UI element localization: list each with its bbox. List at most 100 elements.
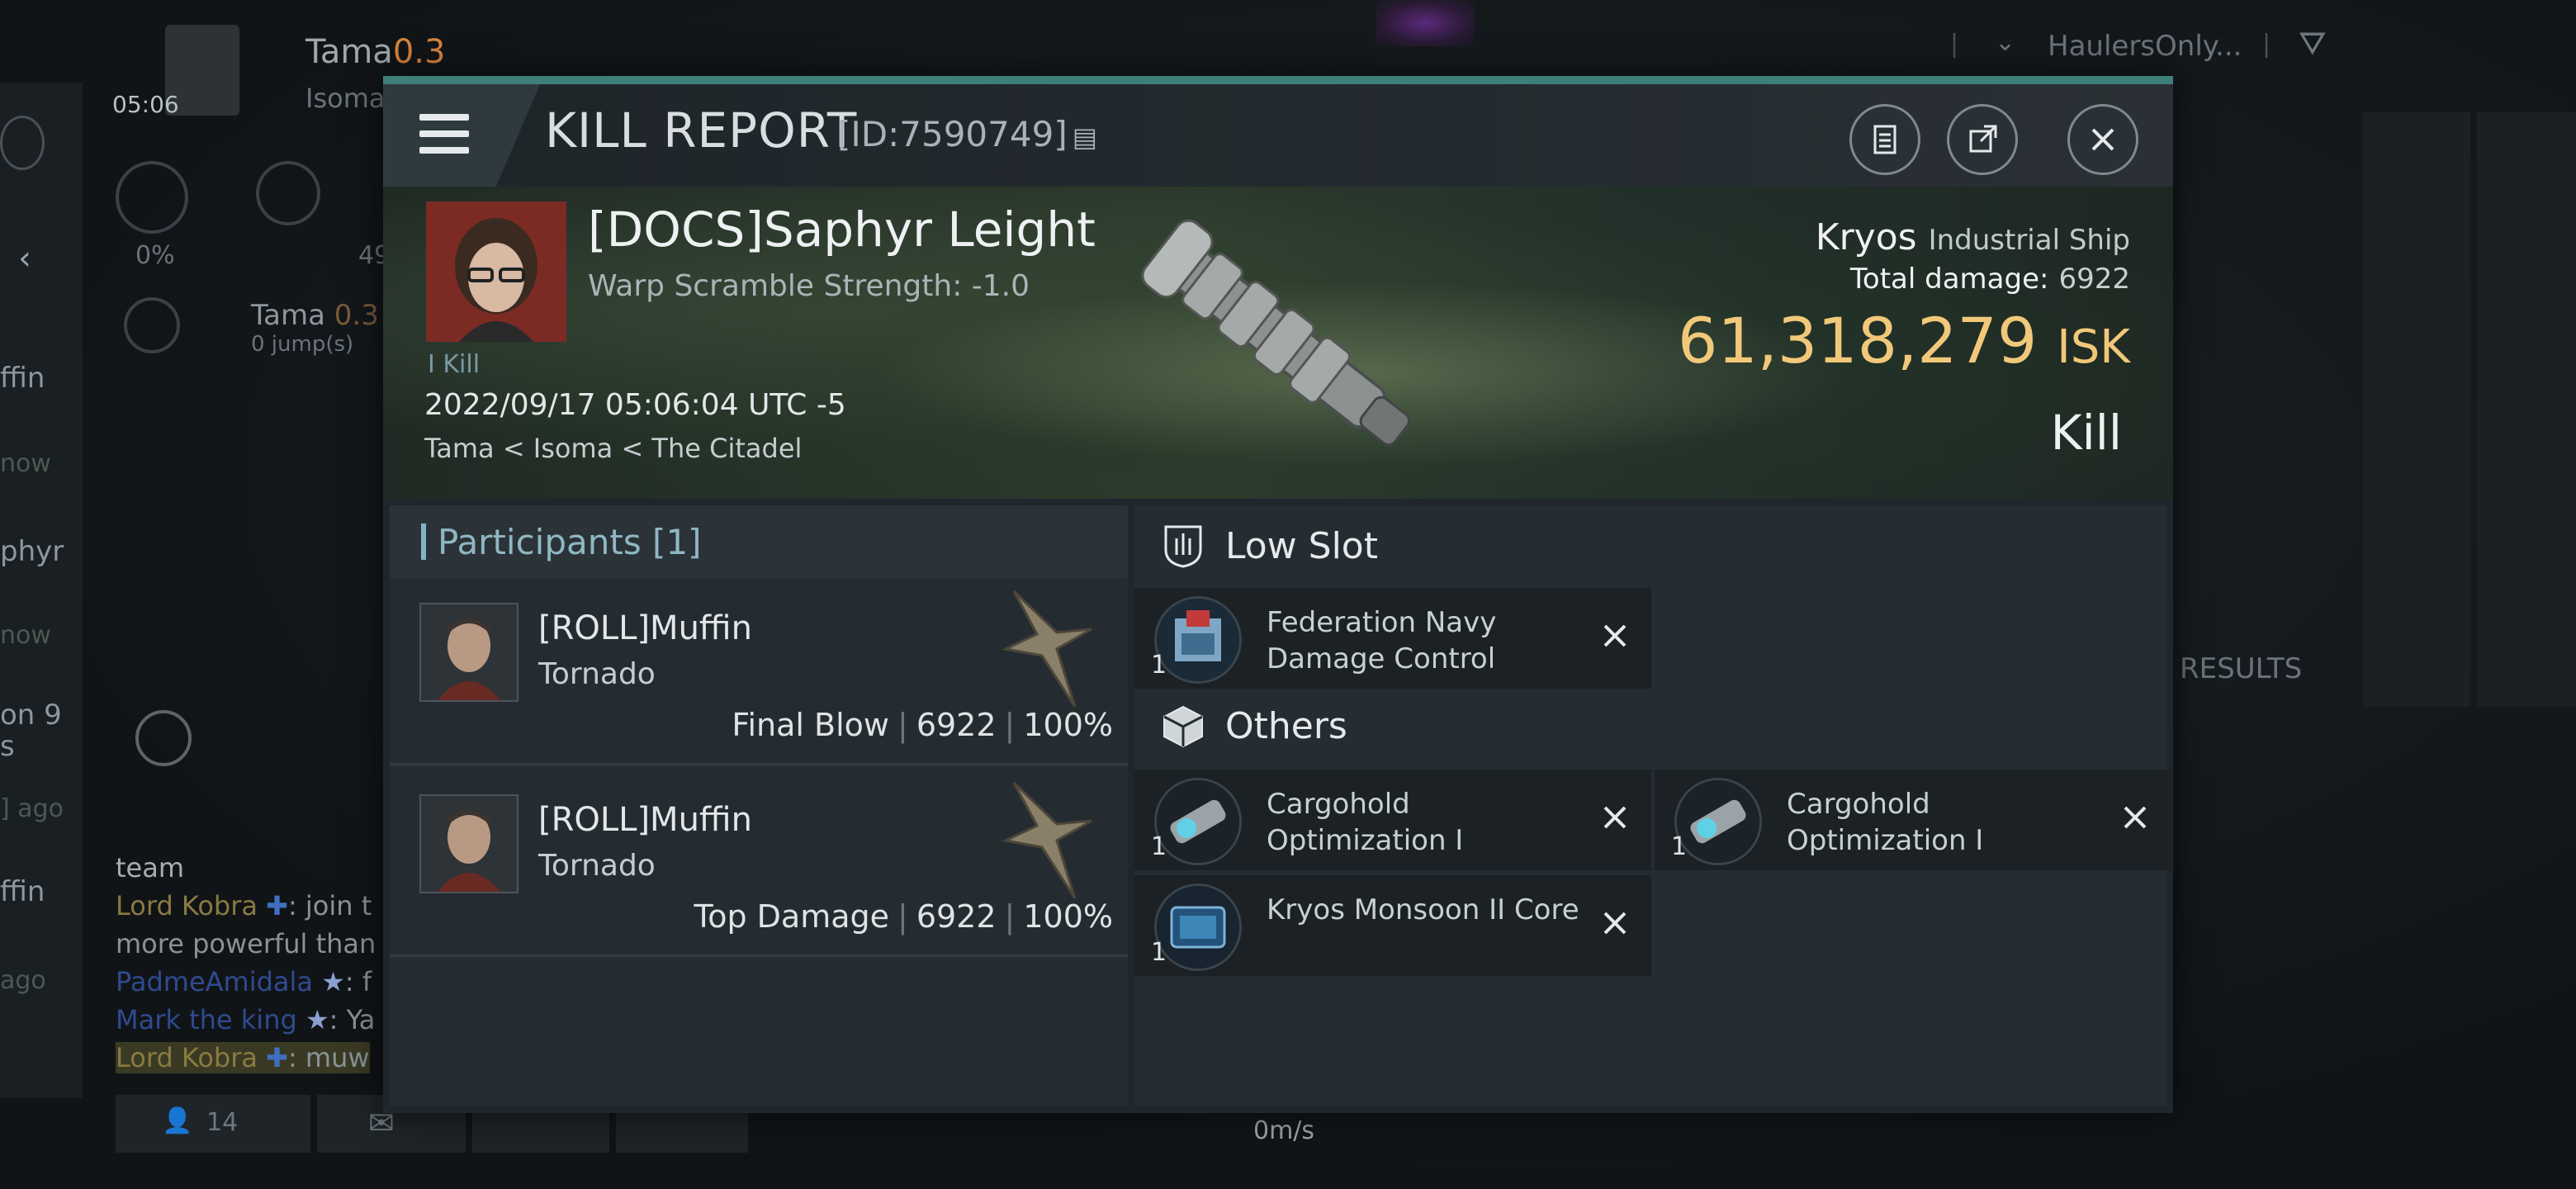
separator: |	[897, 898, 908, 935]
navigate-icon[interactable]	[124, 297, 180, 353]
warp-scramble: Warp Scramble Strength: -1.0	[588, 269, 1030, 303]
chat-line-1[interactable]: Lord Kobra ✚: join t	[116, 890, 372, 921]
participant-role: Final Blow	[732, 707, 890, 743]
low-slot-header: Low Slot	[1134, 505, 2166, 588]
player-name: Tama0.3	[305, 33, 445, 71]
chat-channel: team	[116, 852, 185, 883]
list-fragment-8: ffin	[0, 875, 45, 908]
separator: |	[1004, 707, 1016, 743]
victim-portrait[interactable]	[426, 201, 566, 342]
chat-speaker[interactable]: Mark the king	[116, 1004, 297, 1035]
chat-speaker[interactable]: PadmeAmidala	[116, 966, 313, 997]
header-marker	[421, 523, 426, 560]
isk-amount: 61,318,279	[1678, 304, 2038, 377]
low-slot-icon	[1164, 525, 1202, 568]
participant-avatar-icon	[421, 604, 517, 700]
cargohold-optimization-icon	[1154, 778, 1242, 865]
members-count: 14	[206, 1108, 239, 1137]
module-qty: 1	[1671, 832, 1688, 861]
participant-name[interactable]: [ROLL]Muffin	[538, 801, 752, 839]
destroyed-icon	[1603, 624, 1627, 647]
participant-stats: Top Damage | 6922 | 100%	[694, 898, 1113, 935]
list-fragment-2: now	[0, 449, 51, 478]
participant-name[interactable]: [ROLL]Muffin	[538, 609, 752, 647]
side-close-icon[interactable]	[0, 116, 45, 170]
victim-name[interactable]: [DOCS]Saphyr Leight	[588, 201, 1096, 258]
right-side-panel	[2363, 112, 2470, 707]
route-jumps: 0 jump(s)	[251, 332, 354, 357]
menu-icon	[419, 114, 469, 121]
kill-location[interactable]: Tama < Isoma < The Citadel	[424, 433, 802, 464]
close-button[interactable]	[2067, 104, 2138, 175]
kill-id[interactable]: [ID:7590749] ▤	[837, 114, 1097, 154]
chevron-down-icon[interactable]: ⌄	[1995, 28, 2015, 57]
space-object	[1376, 0, 1475, 46]
tornado-ship-icon	[1002, 590, 1092, 708]
chat-line-2: more powerful than	[116, 928, 376, 959]
cargohold-optimization-icon	[1674, 778, 1762, 865]
module-item[interactable]: 1 Cargohold Optimization I	[1655, 770, 2171, 870]
results-label: RESULTS	[2180, 652, 2303, 685]
player-sec: 0.3	[392, 33, 446, 71]
ship-class: Industrial Ship	[1928, 224, 2130, 257]
route-sec: 0.3	[334, 299, 379, 332]
participant-row[interactable]: [ROLL]Muffin Tornado Final Blow | 6922 | 100…	[390, 578, 1128, 765]
list-fragment-5: on 9	[0, 699, 62, 732]
share-button[interactable]	[1947, 104, 2018, 175]
copy-id-icon[interactable]: ▤	[1073, 121, 1097, 153]
chat-speaker[interactable]: Lord Kobra	[116, 1042, 258, 1073]
clipboard-button[interactable]	[1849, 104, 1920, 175]
module-art	[1157, 780, 1239, 863]
drone-icon[interactable]	[256, 161, 320, 225]
ship-name[interactable]: Kryos Industrial Ship	[1816, 216, 2130, 258]
clipboard-icon	[1873, 125, 1896, 154]
filter-icon[interactable]: ⛛	[2299, 25, 2327, 63]
isk-unit: ISK	[2057, 320, 2130, 374]
menu-icon	[419, 147, 469, 154]
speed-readout: 0m/s	[1253, 1116, 1315, 1145]
chat-line-5[interactable]: Lord Kobra ✚: muw	[116, 1042, 370, 1073]
module-art	[1677, 780, 1759, 863]
chat-line-4[interactable]: Mark the king ★: Ya	[116, 1004, 375, 1035]
participant-row[interactable]: [ROLL]Muffin Tornado Top Damage | 6922 | 100…	[390, 770, 1128, 957]
tornado-ship-icon	[1002, 781, 1092, 899]
participant-portrait[interactable]	[419, 603, 519, 702]
members-button[interactable]: 👤 14	[116, 1095, 310, 1153]
total-damage: Total damage: 6922	[1850, 263, 2130, 296]
chat-text: : muw	[287, 1042, 370, 1073]
menu-button[interactable]	[383, 84, 540, 187]
participant-damage: 6922	[916, 707, 997, 743]
chevron-left-icon[interactable]: ‹	[18, 239, 43, 277]
monsoon-core-icon	[1154, 883, 1242, 971]
module-name: Kryos Monsoon II Core	[1267, 893, 1579, 926]
participant-ship: Tornado	[538, 849, 656, 883]
filter-label[interactable]: HaulersOnly...	[2048, 30, 2242, 63]
module-art	[1157, 886, 1239, 969]
divider: |	[2262, 30, 2271, 59]
module-name: Federation Navy Damage Control	[1267, 606, 1497, 675]
module-item[interactable]: 1 Cargohold Optimization I	[1134, 770, 1651, 870]
ship-image[interactable]	[1118, 195, 1448, 492]
participants-title: Participants [1]	[438, 522, 702, 562]
low-slot-title: Low Slot	[1225, 525, 1378, 567]
chat-line-3[interactable]: PadmeAmidala ★: f	[116, 966, 372, 997]
module-item[interactable]: 1 Federation Navy Damage Control	[1134, 588, 1651, 689]
kill-banner: [DOCS]Saphyr Leight Warp Scramble Streng…	[383, 187, 2173, 499]
menu-icon	[419, 130, 469, 137]
victim-avatar-icon	[426, 201, 566, 342]
window-title: KILL REPORT	[545, 102, 858, 159]
cargo-icon[interactable]	[116, 161, 188, 234]
target-icon[interactable]	[135, 710, 192, 766]
left-side-panel	[0, 83, 83, 1098]
list-fragment-1: ffin	[0, 362, 45, 395]
chat-speaker[interactable]: Lord Kobra	[116, 890, 258, 921]
module-qty: 1	[1151, 651, 1167, 680]
isk-value: 61,318,279 ISK	[1678, 304, 2130, 377]
damage-control-icon	[1154, 596, 1242, 684]
module-item[interactable]: 1 Kryos Monsoon II Core	[1134, 875, 1651, 976]
participant-portrait[interactable]	[419, 794, 519, 893]
destroyed-icon	[2124, 806, 2147, 829]
star-icon: ★	[305, 1004, 329, 1035]
kill-id-text: [ID:7590749]	[837, 114, 1068, 154]
total-damage-value: 6922	[2058, 263, 2130, 296]
